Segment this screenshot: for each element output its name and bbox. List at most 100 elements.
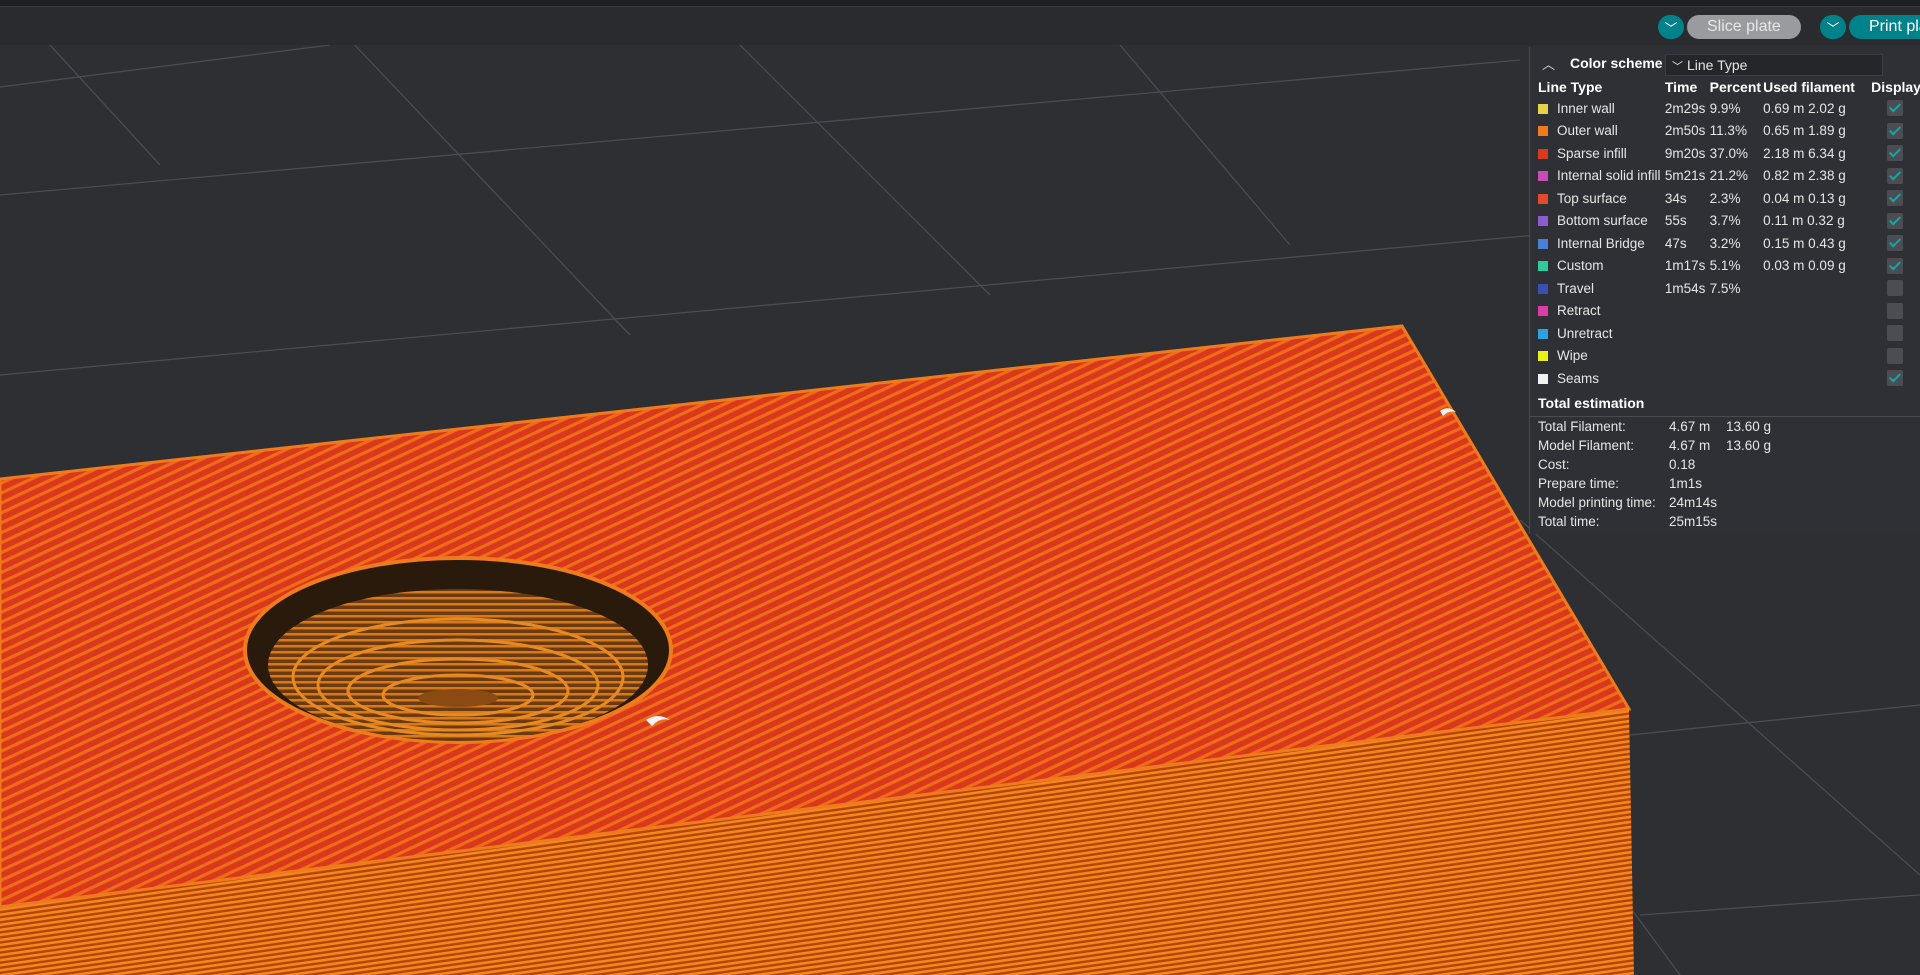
total-row: Prepare time: 1m1s	[1538, 476, 1726, 491]
filament-length: 0.15 m	[1763, 235, 1805, 251]
print-dropdown-button[interactable]: ﹀	[1820, 15, 1846, 39]
filament-weight: 1.89 g	[1808, 123, 1846, 139]
display-checkbox[interactable]	[1887, 302, 1904, 319]
line-type-name: Seams	[1557, 370, 1600, 386]
print-plate-group: ﹀ Print plate	[1820, 15, 1920, 39]
filament-weight: 6.34 g	[1808, 145, 1846, 161]
legend-row: Custom 1m17s 5.1% 0.03 m 0.09 g	[1530, 255, 1920, 278]
color-swatch	[1538, 328, 1548, 339]
line-type-name: Sparse infill	[1557, 145, 1627, 161]
chevron-up-icon[interactable]: ︿	[1542, 54, 1555, 73]
display-checkbox[interactable]	[1887, 325, 1904, 342]
line-type-used-filament: 0.03 m 0.09 g	[1763, 255, 1871, 278]
total-row: Model printing time: 24m14s	[1538, 495, 1726, 510]
color-swatch	[1538, 103, 1548, 114]
total-row: Total time: 25m15s	[1538, 514, 1726, 529]
legend-name-cell: Custom	[1530, 255, 1665, 278]
filament-weight: 2.38 g	[1808, 168, 1846, 184]
display-checkbox[interactable]	[1887, 235, 1904, 252]
table-header-row: Line Type Time Percent Used filament Dis…	[1530, 76, 1920, 97]
legend-name-cell: Travel	[1530, 277, 1665, 300]
line-type-used-filament: 0.65 m 1.89 g	[1763, 120, 1871, 143]
display-cell	[1871, 142, 1920, 165]
total-label: Total Filament:	[1538, 419, 1626, 434]
slice-dropdown-button[interactable]: ﹀	[1658, 15, 1684, 39]
line-type-percent: 11.3%	[1709, 123, 1747, 139]
display-cell	[1871, 210, 1920, 233]
legend-name-cell: Sparse infill	[1530, 142, 1665, 165]
display-checkbox[interactable]	[1887, 190, 1904, 207]
line-type-name: Inner wall	[1557, 100, 1615, 116]
line-type-name: Wipe	[1557, 348, 1588, 364]
line-type-used-filament: 0.04 m 0.13 g	[1763, 187, 1871, 210]
display-cell	[1871, 97, 1920, 120]
legend-row: Unretract	[1530, 322, 1920, 345]
header-used-filament: Used filament	[1763, 78, 1855, 95]
color-swatch	[1538, 261, 1548, 272]
total-value: 25m15s	[1669, 514, 1718, 529]
legend-header: ︿ Color scheme ﹀ Line Type	[1530, 50, 1920, 76]
display-checkbox[interactable]	[1887, 257, 1904, 274]
filament-weight: 0.13 g	[1808, 190, 1846, 206]
chevron-down-icon: ﹀	[1672, 61, 1683, 73]
total-value: 24m14s	[1669, 495, 1718, 510]
color-swatch	[1538, 126, 1548, 137]
header-time: Time	[1664, 78, 1698, 95]
print-plate-button[interactable]: Print plate	[1849, 15, 1920, 39]
total-row: Model Filament: 4.67 m 13.60 g	[1538, 438, 1771, 453]
color-swatch	[1538, 351, 1548, 362]
slice-plate-button[interactable]: Slice plate	[1687, 15, 1801, 39]
color-scheme-dropdown[interactable]: ﹀ Line Type	[1665, 54, 1883, 76]
chevron-down-icon: ﹀	[1664, 20, 1678, 36]
total-value-secondary: 13.60 g	[1726, 419, 1772, 434]
line-type-time: 5m21s	[1664, 168, 1706, 184]
legend-name-cell: Internal solid infill	[1530, 165, 1665, 188]
total-value: 4.67 m	[1669, 438, 1711, 453]
line-type-percent: 7.5%	[1709, 280, 1741, 296]
display-cell	[1871, 120, 1920, 143]
line-type-percent: 21.2%	[1709, 168, 1748, 184]
legend-row: Inner wall 2m29s 9.9% 0.69 m 2.02 g	[1530, 97, 1920, 120]
display-checkbox[interactable]	[1887, 167, 1904, 184]
legend-row: Internal Bridge 47s 3.2% 0.15 m 0.43 g	[1530, 232, 1920, 255]
line-type-used-filament: 0.69 m 2.02 g	[1763, 97, 1871, 120]
filament-weight: 2.02 g	[1808, 100, 1846, 116]
line-type-name: Internal Bridge	[1557, 235, 1645, 251]
line-type-name: Bottom surface	[1557, 213, 1648, 229]
color-scheme-value: Line Type	[1687, 57, 1748, 73]
divider	[1530, 416, 1920, 417]
header-display: Display	[1871, 78, 1920, 95]
total-value: 4.67 m	[1669, 419, 1711, 434]
line-type-time: 1m54s	[1664, 280, 1706, 296]
line-type-percent	[1710, 367, 1763, 390]
line-type-name: Outer wall	[1557, 123, 1618, 139]
top-toolbar	[0, 7, 1920, 45]
filament-length: 0.04 m	[1763, 190, 1805, 206]
legend-name-cell: Outer wall	[1530, 120, 1665, 143]
display-checkbox[interactable]	[1887, 212, 1904, 229]
filament-weight: 0.43 g	[1808, 235, 1846, 251]
line-type-used-filament	[1763, 277, 1871, 300]
display-checkbox[interactable]	[1887, 122, 1904, 139]
line-type-used-filament	[1763, 322, 1871, 345]
line-type-percent: 2.3%	[1709, 190, 1741, 206]
legend-row: Internal solid infill 5m21s 21.2% 0.82 m 2.…	[1530, 165, 1920, 188]
filament-length: 0.11 m	[1763, 213, 1804, 229]
total-value: 1m1s	[1669, 476, 1703, 491]
display-checkbox[interactable]	[1887, 370, 1904, 387]
display-checkbox[interactable]	[1887, 145, 1904, 162]
display-checkbox[interactable]	[1887, 280, 1904, 297]
line-type-time: 1m17s	[1664, 258, 1706, 274]
display-cell	[1871, 165, 1920, 188]
total-estimation-title: Total estimation	[1538, 395, 1645, 411]
display-checkbox[interactable]	[1887, 347, 1904, 364]
display-checkbox[interactable]	[1887, 100, 1904, 117]
color-swatch	[1538, 148, 1548, 159]
total-label: Prepare time:	[1538, 476, 1620, 491]
line-type-percent: 3.7%	[1709, 213, 1741, 229]
color-swatch	[1538, 238, 1548, 249]
filament-length: 0.65 m	[1763, 123, 1805, 139]
header-percent: Percent	[1709, 78, 1762, 95]
total-label: Cost:	[1538, 457, 1570, 472]
legend-name-cell: Retract	[1530, 300, 1665, 323]
